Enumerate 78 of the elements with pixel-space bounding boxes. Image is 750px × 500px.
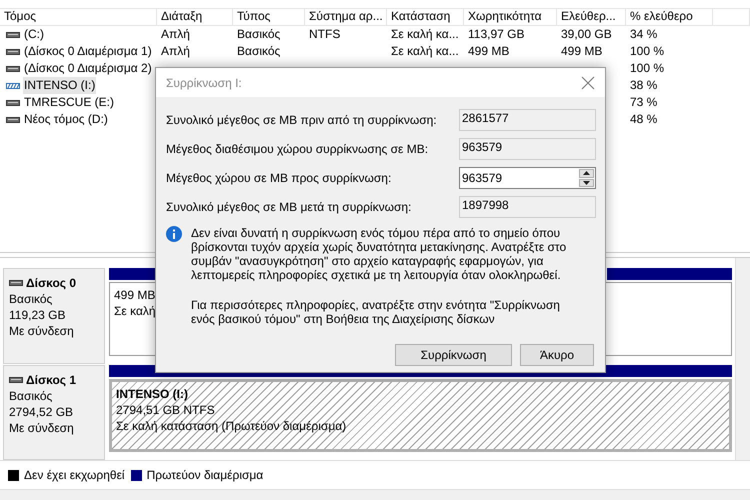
info-paragraph: Δεν είναι δυνατή η συρρίκνωση ενός τόμου πέρα από το σημείο όπου βρίσκονται τυχόν αρχεία χωρίς δυνατότητα μετακίνησης. Ανατρέξτε στο συμβάν "ανασυγκρότηση" στο αρχείο καταγραφής εφαρμογών, για λεπτομερείς πληροφορίες σχετικά με τη λειτουργία όταν ολοκληρωθεί. <box>191 226 568 282</box>
info-paragraph: Για περισσότερες πληροφορίες, ανατρέξτε στην ενότητα "Συρρίκνωση ενός βασικού τόμου" στη Βοήθεια της Διαχείρισης δίσκων <box>191 298 561 326</box>
volume-name[interactable]: (Δίσκος 0 Διαμέρισμα 1) <box>23 43 153 60</box>
partition-info: 499 MB <box>114 288 156 302</box>
legend-label: Πρωτεύον διαμέρισμα <box>146 468 264 482</box>
legend-label: Δεν έχει εκχωρηθεί <box>24 468 125 482</box>
drive-icon <box>9 376 23 384</box>
table-cell-text: Σε καλή κα... <box>390 43 460 60</box>
spin-up-button[interactable] <box>579 169 594 178</box>
scrollbar[interactable] <box>735 258 750 460</box>
disk-info: Βασικός <box>9 388 54 404</box>
table-cell-text: Απλή <box>160 43 191 60</box>
partition-title: INTENSO (I:) <box>116 386 188 400</box>
field-label: Μέγεθος διαθέσιμου χώρου συρρίκνωσης σε MB: <box>166 142 428 156</box>
table-cell-text: 34 % <box>629 26 658 43</box>
volume-name[interactable]: (Δίσκος 0 Διαμέρισμα 2) <box>23 60 153 77</box>
column-header[interactable]: Κατάσταση <box>387 8 464 26</box>
disk-name: Δίσκος 1 <box>26 372 76 388</box>
table-cell-text: Βασικός <box>236 43 282 60</box>
drive-icon <box>6 64 20 72</box>
table-cell-text: 499 MB <box>560 43 604 60</box>
dialog-title: Συρρίκνωση I: <box>166 76 242 90</box>
table-cell-text: 100 % <box>629 60 666 77</box>
shrink-button[interactable]: Συρρίκνωση <box>395 344 512 366</box>
caret-up-icon <box>583 171 590 176</box>
close-icon[interactable] <box>581 76 595 90</box>
column-header[interactable]: Χωρητικότητα <box>464 8 557 26</box>
table-cell-text: 113,97 GB <box>467 26 526 43</box>
readonly-field: 2861577 <box>459 109 596 131</box>
table-cell-text: 100 % <box>629 43 666 60</box>
table-cell-text: 39,00 GB <box>560 26 613 43</box>
volume-name[interactable]: Νέος τόμος (D:) <box>23 111 109 128</box>
table-cell-text: Σε καλή κα... <box>390 26 460 43</box>
disk-name: Δίσκος 0 <box>26 275 76 291</box>
column-header[interactable]: Σύστημα αρ... <box>305 8 387 26</box>
info-icon <box>166 226 182 242</box>
cancel-button[interactable]: Άκυρο <box>520 344 594 366</box>
drive-icon <box>6 30 20 38</box>
disk-info: 2794,52 GB <box>9 404 74 420</box>
partition-info: Σε καλή κατάσταση (Πρωτεύον διαμέρισμα) <box>116 418 346 432</box>
column-header[interactable]: Τόμος <box>0 8 157 26</box>
column-header[interactable]: Ελεύθερ... <box>557 8 626 26</box>
disk-label-panel[interactable]: Δίσκος 0 Βασικός 119,23 GB Με σύνδεση <box>3 268 105 364</box>
partition-info: Σε καλή <box>114 304 156 318</box>
column-header[interactable]: % ελεύθερο <box>626 8 713 26</box>
table-cell-text: 73 % <box>629 94 658 111</box>
drive-icon <box>6 98 20 106</box>
disk-info: Με σύνδεση <box>9 420 75 436</box>
partition-box[interactable]: INTENSO (I:) 2794,51 GB NTFS Σε καλή κατάσταση (Πρωτεύον διαμέρισμα) <box>109 378 732 452</box>
drive-icon <box>6 116 20 124</box>
table-cell-text: 38 % <box>629 77 658 94</box>
drive-icon <box>6 48 20 56</box>
disk-info: 119,23 GB <box>9 307 66 323</box>
field-label: Συνολικό μέγεθος σε MB μετά τη συρρίκνωση: <box>166 200 412 214</box>
caret-down-icon <box>583 180 590 185</box>
volume-name[interactable]: TMRESCUE (E:) <box>23 94 115 111</box>
disk-label-panel[interactable]: Δίσκος 1 Βασικός 2794,52 GB Με σύνδεση <box>3 364 105 460</box>
drive-icon <box>9 279 23 287</box>
striped-drive-icon <box>6 82 20 90</box>
disk-info: Με σύνδεση <box>9 323 75 339</box>
disk-info: Βασικός <box>9 291 54 307</box>
readonly-field: 1897998 <box>459 196 596 218</box>
partition-info: 2794,51 GB NTFS <box>116 402 215 416</box>
table-cell-text: NTFS <box>308 26 342 43</box>
readonly-field: 963579 <box>459 138 596 160</box>
column-header[interactable]: Τύπος <box>233 8 305 26</box>
table-cell-text: Βασικός <box>236 26 282 43</box>
table-cell-text: Απλή <box>160 26 191 43</box>
volume-name[interactable]: INTENSO (I:) <box>23 77 96 94</box>
table-cell-text: 48 % <box>629 111 658 128</box>
field-label: Μέγεθος χώρου σε MB προς συρρίκνωση: <box>166 171 392 185</box>
column-header[interactable]: Διάταξη <box>157 8 233 26</box>
spin-down-button[interactable] <box>579 178 594 187</box>
table-cell-text: 499 MB <box>467 43 510 60</box>
spinner-field[interactable]: 963579 <box>459 167 596 189</box>
field-label: Συνολικό μέγεθος σε MB πριν από τη συρρίκνωση: <box>166 113 437 127</box>
partition-bar <box>109 268 155 280</box>
volume-name[interactable]: (C:) <box>23 26 45 43</box>
